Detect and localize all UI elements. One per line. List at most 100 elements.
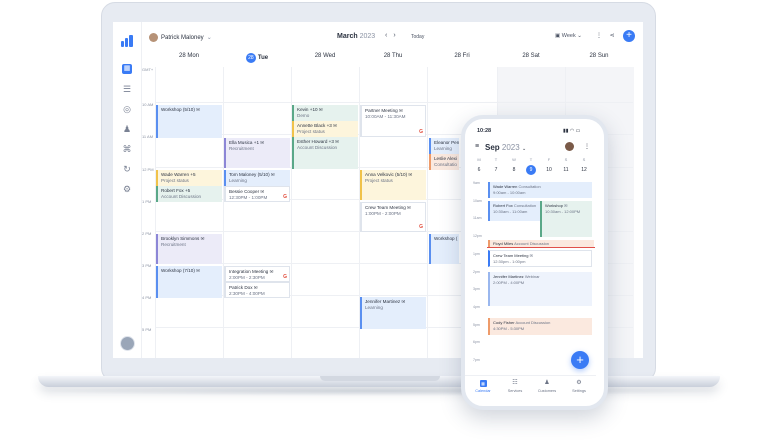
event-card[interactable]: Annette Black +3 ✉ Project status	[292, 121, 358, 137]
more-icon[interactable]: ⋮	[596, 33, 602, 39]
chevron-down-icon: ⌄	[577, 33, 582, 39]
day-header-thu[interactable]: 28 Thu	[359, 53, 427, 65]
tab-calendar[interactable]: ▦ Calendar	[469, 380, 497, 393]
date-cell[interactable]: 7	[490, 167, 502, 173]
event-card[interactable]: Brooklyn Simmons ✉ Recruitment	[156, 234, 222, 264]
google-icon: G	[283, 194, 287, 200]
time-label: 2 PM	[142, 231, 152, 236]
view-label: Week	[561, 33, 576, 39]
settings-nav-icon[interactable]: ⚙	[122, 184, 132, 194]
event-card[interactable]: Cody Fisher Account Discussion 4:30PM - …	[488, 318, 592, 335]
menu-icon[interactable]: ≡	[475, 143, 479, 150]
event-card[interactable]: Tom Maloney (5/10) ✉ Learning	[224, 170, 290, 186]
time-label: 3pm	[473, 287, 480, 291]
event-card[interactable]: Patrick Dox ✉ 2:30PM - 4:00PM	[224, 282, 290, 298]
calendar-view-icon: ▣	[555, 33, 561, 39]
integrations-nav-icon[interactable]: ↻	[122, 164, 132, 174]
event-card[interactable]: Anna Velkovic (5/10) ✉ Project status	[360, 170, 426, 200]
event-card[interactable]: Ella Musica +1 ✉ Recruitment	[224, 138, 290, 168]
user-menu[interactable]: Patrick Maloney ⌄	[149, 33, 212, 42]
google-icon: G	[283, 274, 287, 280]
share-icon[interactable]: ⋖	[610, 33, 615, 39]
network-nav-icon[interactable]: ⌘	[122, 144, 132, 154]
day-column[interactable]	[223, 67, 292, 358]
hour-line	[155, 102, 633, 103]
event-card[interactable]: Crew Team Meeting ✉ 1:00PM - 2:00PM G	[360, 202, 426, 232]
tab-customers[interactable]: ♟ Customers	[533, 380, 561, 393]
event-card[interactable]: Jennifer Martinez Webinar 2:00PM - 4:00P…	[488, 272, 592, 306]
event-card[interactable]: Crew Team Meeting ✉ 12:30pm - 1:00pm	[488, 250, 592, 267]
view-selector[interactable]: ▣ Week ⌄	[555, 33, 582, 39]
time-label: 5pm	[473, 323, 480, 327]
bottom-tab-bar: ▦ Calendar ☷ Services ♟ Customers ⚙ Sett…	[465, 375, 596, 403]
event-card[interactable]: Leslie Alexi Consultatio	[429, 154, 459, 170]
more-icon[interactable]: ⋮	[584, 143, 590, 150]
services-nav-icon[interactable]: ◎	[122, 104, 132, 114]
phone-month-title[interactable]: Sep 2023 ⌄	[485, 143, 526, 152]
weekday-label: S	[564, 157, 568, 162]
event-card[interactable]: Integration Meeting ✉ 2:00PM - 2:30PM G	[224, 266, 290, 282]
tab-settings[interactable]: ⚙ Settings	[565, 380, 593, 393]
avatar[interactable]	[120, 336, 135, 351]
time-label: 1 PM	[142, 199, 152, 204]
selected-date-cell[interactable]: 9	[526, 165, 536, 175]
user-avatar	[149, 33, 158, 42]
day-header-fri[interactable]: 28 Fri	[427, 53, 497, 65]
time-label: 10 AM	[142, 102, 154, 107]
event-card[interactable]: Esther Howard +3 ✉ Account Discussion	[292, 137, 358, 169]
day-header-tue[interactable]: 28 Tue	[223, 53, 291, 65]
weekday-label: F	[547, 157, 551, 162]
event-card[interactable]: Workshop (	[429, 234, 459, 264]
year-label: 2023	[359, 33, 376, 40]
day-header-wed[interactable]: 28 Wed	[291, 53, 359, 65]
time-label: 12pm	[473, 234, 482, 238]
services-icon: ☷	[512, 380, 518, 386]
weekday-label: T	[494, 157, 498, 162]
weekday-label: S	[582, 157, 586, 162]
app-logo[interactable]	[121, 35, 133, 47]
add-button[interactable]: +	[623, 30, 635, 42]
next-arrow-icon[interactable]: ›	[393, 32, 401, 39]
event-card[interactable]: Partner Meeting ✉ 10:00AM - 11:30AM G	[360, 105, 426, 137]
time-label: 5 PM	[142, 327, 152, 332]
event-card[interactable]: Bessie Cooper ✉ 12:30PM - 1:00PM G	[224, 186, 290, 202]
day-header-mon[interactable]: 28 Mon	[155, 53, 223, 65]
today-button[interactable]: Today	[411, 34, 424, 40]
day-header-sun[interactable]: 28 Sun	[565, 53, 633, 65]
users-nav-icon[interactable]: ♟	[122, 124, 132, 134]
event-card[interactable]: Robert Fox Consultation 10:30am - 11:00a…	[488, 201, 540, 221]
event-card[interactable]: Workshop (5/10) ✉	[156, 105, 222, 138]
chevron-down-icon: ⌄	[521, 146, 527, 152]
calendar-nav-icon[interactable]: ▦	[122, 64, 132, 74]
event-card[interactable]: Robert Fox +5 Account Discussion	[156, 186, 222, 202]
list-nav-icon[interactable]: ☰	[122, 84, 132, 94]
time-label: 3 PM	[142, 263, 152, 268]
time-label: 1pm	[473, 252, 480, 256]
current-time-indicator	[487, 247, 595, 248]
date-cell[interactable]: 10	[543, 167, 555, 173]
weekday-label: W	[512, 157, 516, 162]
event-card[interactable]: Wade Warren Consultation 9:00am - 10:00a…	[488, 182, 592, 198]
date-cell[interactable]: 12	[578, 167, 590, 173]
day-header-sat[interactable]: 28 Sat	[497, 53, 565, 65]
top-bar: Patrick Maloney ⌄ March 2023 ‹› Today ▣ …	[141, 22, 643, 54]
date-cell[interactable]: 6	[473, 167, 485, 173]
event-card[interactable]: Jennifer Martinez ✉ Learning	[360, 297, 426, 329]
settings-icon: ⚙	[576, 380, 582, 386]
event-card[interactable]: Workshop (7/10) ✉	[156, 266, 222, 298]
event-card[interactable]: Kevin +10 ✉ Demo	[292, 105, 358, 121]
weekday-label: M	[477, 157, 481, 162]
month-label: March	[337, 33, 358, 40]
date-cell[interactable]: 11	[560, 167, 572, 173]
time-label: GMT+	[142, 67, 154, 72]
time-label: 12 PM	[142, 167, 154, 172]
tab-services[interactable]: ☷ Services	[501, 380, 529, 393]
date-cell[interactable]: 8	[508, 167, 520, 173]
google-icon: G	[419, 224, 423, 230]
event-card[interactable]: Eleanor Pen Learning	[429, 138, 459, 154]
add-event-button[interactable]: +	[571, 351, 589, 369]
event-card[interactable]: Workshop ✉ 10:30am - 12:00PM	[540, 201, 592, 237]
event-card[interactable]: Wade Warren +5 Project status	[156, 170, 222, 186]
weekday-label: T	[529, 157, 533, 162]
avatar[interactable]	[565, 142, 574, 151]
